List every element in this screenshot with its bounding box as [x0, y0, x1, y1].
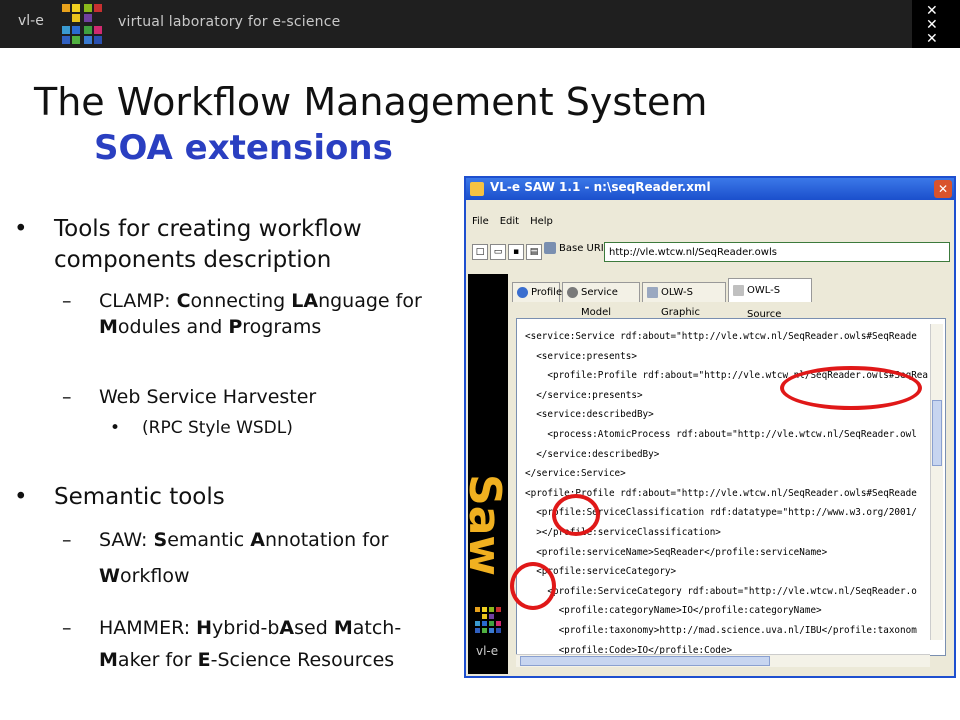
tab-olw-s-graphic[interactable]: OLW-S Graphic	[642, 282, 726, 318]
app-icon	[470, 182, 484, 196]
bullet-dot: •	[14, 484, 28, 510]
profile-icon	[517, 286, 528, 298]
source-line: </service:Service>	[525, 468, 626, 480]
highlight-circle	[552, 494, 600, 536]
menu-file[interactable]: File	[472, 216, 489, 227]
vertical-scrollbar[interactable]	[930, 324, 943, 640]
source-line: </service:describedBy>	[525, 448, 660, 460]
base-uri-button[interactable]: Base URI	[544, 242, 604, 254]
toolbar: □ ▭ ▪ ▤ Base URI http://vle.wtcw.nl/SeqR…	[470, 240, 950, 266]
tab-profile[interactable]: Profile	[512, 282, 562, 302]
source-line: <profile:categoryName>IO</profile:catego…	[525, 605, 822, 617]
window-titlebar: VL-e SAW 1.1 - n:\seqReader.xml ✕	[466, 178, 954, 200]
highlight-circle	[780, 366, 922, 410]
source-line: <process:AtomicProcess rdf:about="http:/…	[525, 428, 917, 440]
menu-bar: File Edit Help	[472, 216, 564, 227]
export-icon[interactable]: ▤	[526, 244, 542, 260]
source-line: <service:presents>	[525, 350, 637, 362]
bullet-dot: •	[14, 216, 28, 242]
menu-help[interactable]: Help	[530, 216, 553, 227]
menu-edit[interactable]: Edit	[500, 216, 519, 227]
base-uri-icon	[544, 242, 556, 254]
sub-item-saw: – SAW: Semantic Annotation for Workflow	[62, 529, 389, 587]
close-icon[interactable]: ✕	[934, 180, 952, 198]
save-icon[interactable]: ▪	[508, 244, 524, 260]
saw-side-banner: Saw vl-e	[459, 274, 510, 674]
new-file-icon[interactable]: □	[472, 244, 488, 260]
highlight-circle	[510, 562, 556, 610]
source-line: <profile:serviceName>SeqReader</profile:…	[525, 546, 828, 558]
sub-item-clamp: – CLAMP: Connecting LAnguage for Modules …	[62, 290, 422, 338]
bullet-tools: • Tools for creating workflow components …	[14, 216, 362, 273]
tagline: virtual laboratory for e-science	[118, 14, 341, 30]
bullet-semantic: • Semantic tools	[14, 482, 449, 513]
sub-sub-item-rpc: • (RPC Style WSDL)	[110, 418, 293, 438]
vle-x-logo-icon	[62, 4, 102, 44]
source-line: <profile:taxonomy>http://mad.science.uva…	[525, 624, 917, 636]
sub-item-hammer: – HAMMER: Hybrid-bAsed Match-Maker for E-…	[62, 617, 402, 671]
source-line: <profile:serviceCategory>	[525, 566, 677, 578]
base-uri-field[interactable]: http://vle.wtcw.nl/SeqReader.owls	[604, 242, 950, 262]
source-line: <service:Service rdf:about="http://vle.w…	[525, 331, 917, 342]
side-vle-label: vl-e	[476, 644, 499, 658]
tab-owl-s-source[interactable]: OWL-S Source	[728, 278, 812, 320]
sub-item-harvester: – Web Service Harvester	[62, 386, 317, 408]
graphic-icon	[647, 286, 658, 298]
top-banner: vl-e virtual laboratory for e-science ✕ …	[0, 0, 960, 48]
vle-side-logo-icon	[475, 607, 501, 633]
horizontal-scrollbar[interactable]	[516, 654, 930, 667]
horizontal-scroll-thumb[interactable]	[520, 656, 770, 666]
page-title: The Workflow Management System	[34, 80, 708, 124]
vle-logo-text: vl-e	[18, 13, 44, 29]
page-subtitle: SOA extensions	[94, 128, 393, 168]
vertical-scroll-thumb[interactable]	[932, 400, 942, 466]
university-logo-icon: ✕ ✕ ✕	[912, 0, 960, 48]
source-line: <profile:ServiceCategory rdf:about="http…	[525, 585, 917, 597]
tab-service-model[interactable]: Service Model	[562, 282, 640, 318]
source-icon	[733, 284, 744, 296]
open-file-icon[interactable]: ▭	[490, 244, 506, 260]
window-title: VL-e SAW 1.1 - n:\seqReader.xml	[490, 180, 711, 194]
gear-icon	[567, 286, 578, 298]
